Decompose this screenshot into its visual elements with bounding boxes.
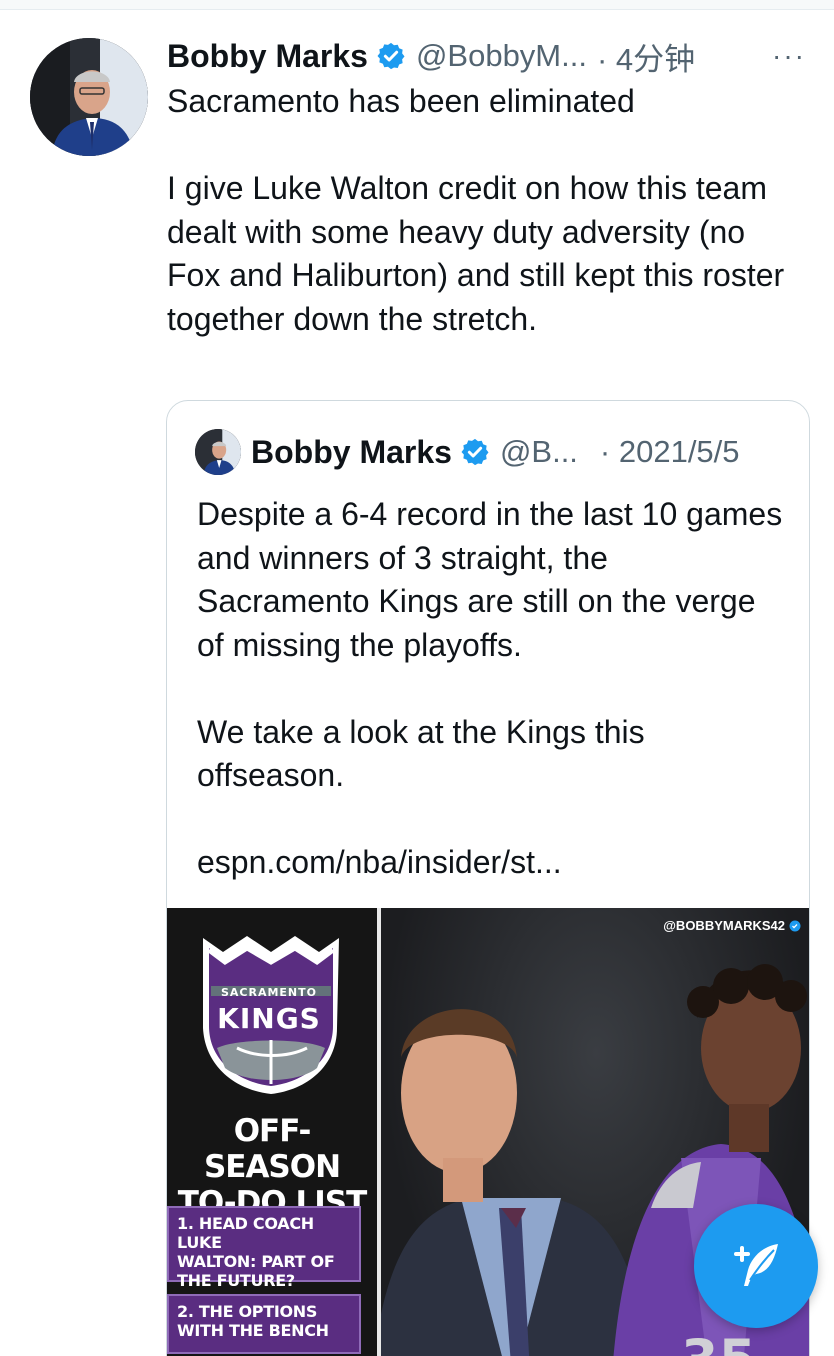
media-watermark: @BOBBYMARKS42 — [663, 918, 801, 933]
compose-tweet-button[interactable] — [694, 1204, 818, 1328]
quoted-tweet-header: Bobby Marks @B... · 2021/5/5 — [195, 429, 740, 475]
media-title: OFF-SEASON TO-DO LIST — [177, 1113, 368, 1221]
quoted-avatar-photo — [195, 429, 241, 475]
verified-badge-icon — [377, 42, 405, 70]
tweet-timestamp[interactable]: · 4分钟 — [597, 34, 695, 79]
author-name[interactable]: Bobby Marks — [167, 38, 368, 75]
tweet-text: Sacramento has been eliminated I give Lu… — [167, 83, 785, 337]
watermark-verified-icon — [789, 920, 801, 931]
kings-logo-wordmark-top: SACRAMENTO — [220, 986, 317, 999]
quoted-tweet-text: Despite a 6-4 record in the last 10 game… — [197, 496, 783, 880]
quoted-verified-badge-icon — [461, 438, 489, 466]
quoted-tweet-card[interactable]: Bobby Marks @B... · 2021/5/5 Despite a 6… — [166, 400, 810, 1356]
top-divider — [0, 0, 834, 10]
quoted-author-handle: @B... — [499, 434, 578, 469]
kings-logo-wordmark-main: KINGS — [217, 1002, 321, 1035]
author-avatar[interactable] — [30, 38, 148, 156]
media-graphic-panel: SACRAMENTO KINGS OFF-SEASON TO-DO LIST 1… — [167, 908, 377, 1356]
quoted-author-name: Bobby Marks — [251, 433, 452, 470]
tweet-header: Bobby Marks @BobbyM... · 4分钟 — [167, 34, 817, 79]
quoted-tweet-timestamp: · 2021/5/5 — [599, 434, 740, 469]
todo-item-1: 1. HEAD COACH LUKE WALTON: PART OF THE F… — [167, 1206, 361, 1290]
todo-item-2: 2. THE OPTIONS WITH THE BENCH — [167, 1294, 361, 1354]
avatar-photo — [30, 38, 148, 156]
more-options-icon[interactable]: ··· — [772, 40, 834, 72]
compose-tweet-icon — [734, 1244, 778, 1286]
quoted-author-avatar — [195, 429, 241, 475]
author-handle[interactable]: @BobbyM... — [416, 38, 587, 74]
watermark-text: @BOBBYMARKS42 — [663, 918, 785, 933]
svg-text:35: 35 — [681, 1328, 756, 1356]
